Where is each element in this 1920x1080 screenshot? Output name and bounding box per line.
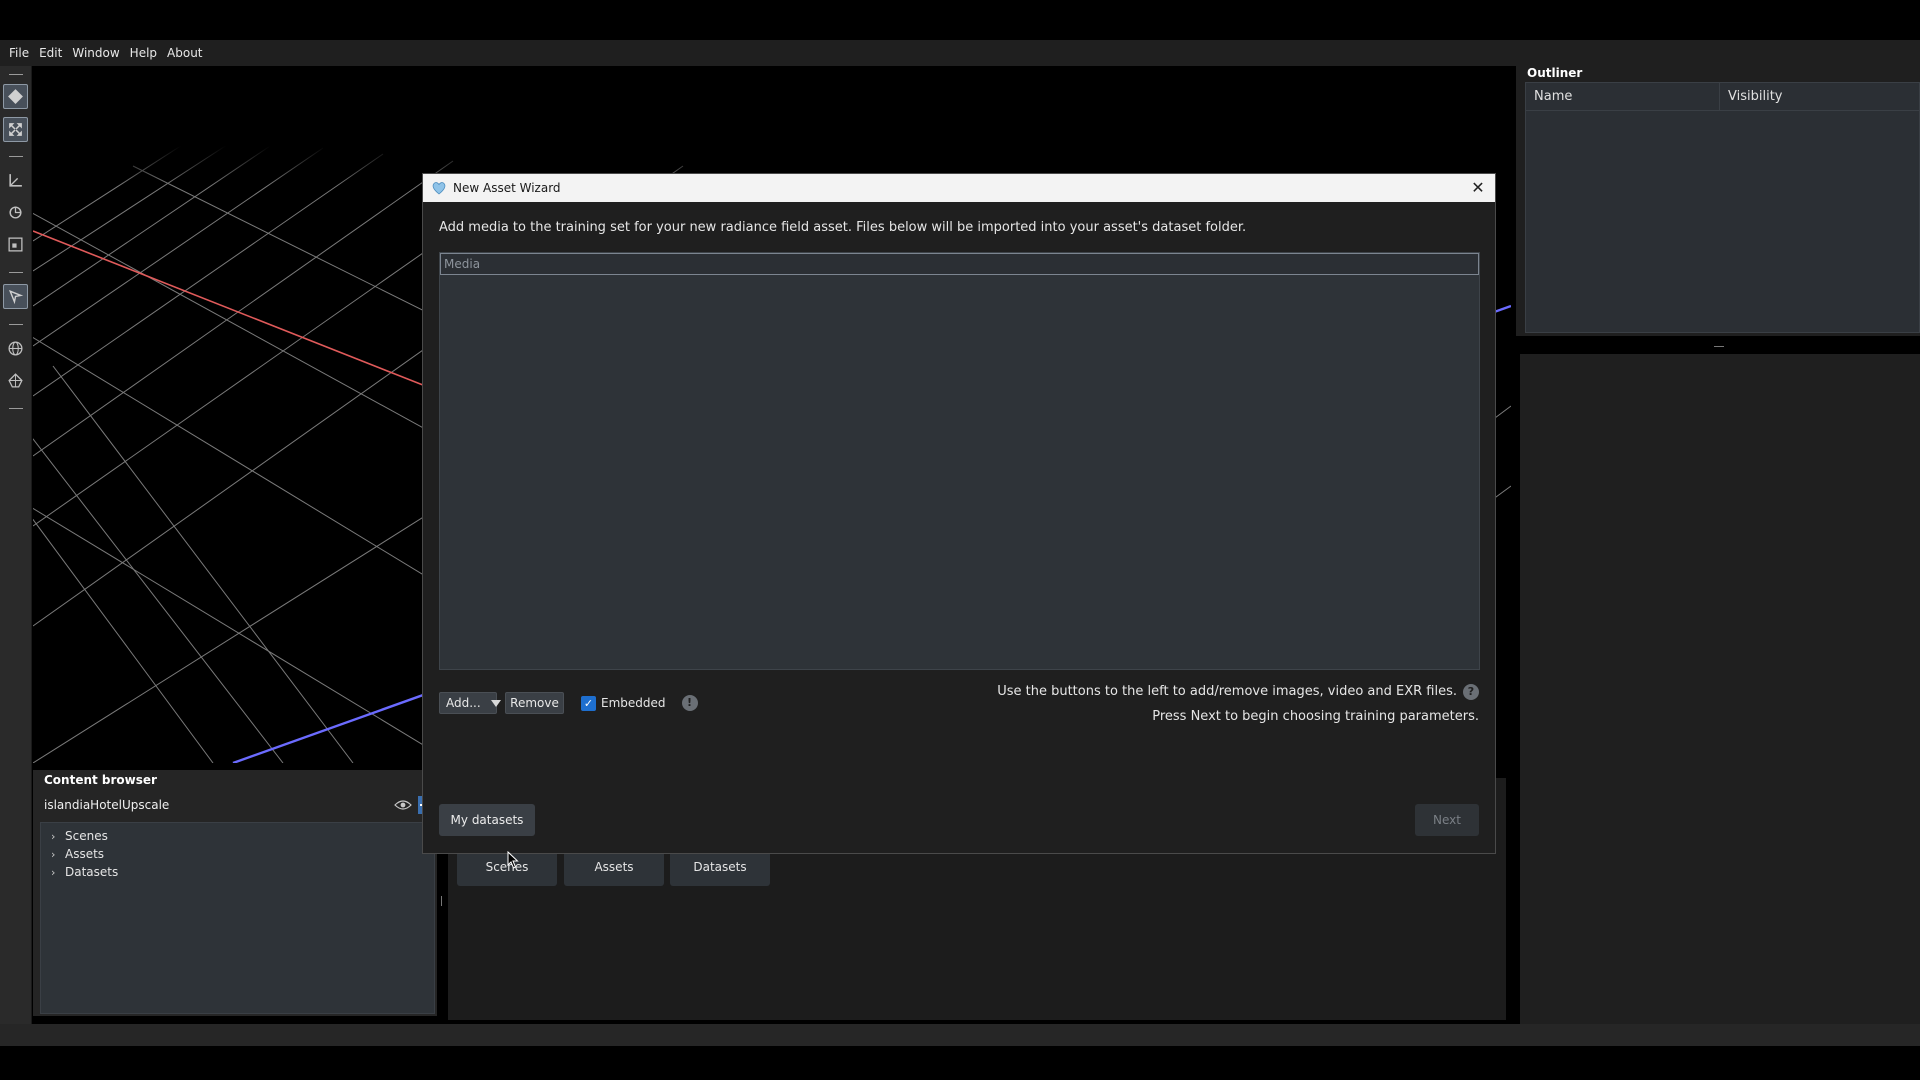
axis-move-icon [9,174,22,187]
tree-item-label: Scenes [65,829,108,843]
project-row: islandiaHotelUpscale [44,793,434,817]
pointer-icon [8,289,24,305]
status-bar [0,1024,1920,1046]
app-logo-icon [432,182,446,195]
menu-edit[interactable]: Edit [34,46,67,60]
my-datasets-button[interactable]: My datasets [439,804,535,836]
new-asset-wizard-dialog: New Asset Wizard ✕ Add media to the trai… [422,173,1496,854]
rotate-tool-button[interactable] [3,200,28,225]
tree-item-label: Assets [65,847,105,861]
diamond-select-icon [8,89,23,104]
outliner-table[interactable]: Name Visibility [1525,82,1920,333]
embedded-label: Embedded [601,696,666,710]
toolbar-separator [9,272,23,273]
transform-tool-button[interactable] [3,117,28,142]
media-column-header[interactable]: Media [440,253,1479,275]
toolbar-separator [9,156,23,157]
content-browser-panel: Content browser islandiaHotelUpscale › Sc… [33,770,437,1016]
tree-item-label: Datasets [65,865,119,879]
hint-add-remove: Use the buttons to the left to add/remov… [997,684,1457,699]
content-browser-title: Content browser [44,773,157,787]
menu-window[interactable]: Window [67,46,124,60]
dialog-titlebar[interactable]: New Asset Wizard ✕ [423,174,1495,202]
close-icon[interactable]: ✕ [1469,179,1487,197]
add-media-dropdown-button[interactable]: Add... [439,692,501,714]
menu-help[interactable]: Help [125,46,162,60]
mouse-cursor-icon [507,851,519,869]
cursor-tool-button[interactable] [3,284,28,309]
globe-icon [8,341,23,356]
dropdown-caret-icon [490,699,501,707]
translate-tool-button[interactable] [3,168,28,193]
outliner-title: Outliner [1527,66,1583,80]
outliner-panel: Outliner Name Visibility [1516,66,1920,336]
toolbar-separator [9,324,23,325]
content-tree: › Scenes › Assets › Datasets [40,822,435,1014]
panel-splitter-handle[interactable] [1714,346,1724,347]
hint-next: Press Next to begin choosing training pa… [1152,709,1479,724]
dialog-title: New Asset Wizard [453,181,561,195]
next-button[interactable]: Next [1415,804,1479,836]
remove-media-button[interactable]: Remove [505,692,564,714]
toolbar-separator [9,408,23,409]
menu-about[interactable]: About [162,46,207,60]
info-icon[interactable]: ! [681,695,698,711]
media-list[interactable]: Media [439,252,1480,670]
tool-palette [0,66,32,1024]
content-splitter-handle[interactable] [441,896,442,906]
embedded-option: ✓ Embedded ! [581,695,698,711]
column-visibility-header[interactable]: Visibility [1720,83,1782,111]
embedded-checkbox[interactable]: ✓ [581,695,596,711]
select-tool-button[interactable] [3,84,28,109]
tree-item-scenes[interactable]: › Scenes [41,827,434,845]
toolbar-separator [9,74,23,75]
eye-icon[interactable] [394,799,412,811]
tree-item-assets[interactable]: › Assets [41,845,434,863]
mesh-icon [8,373,23,388]
project-name: islandiaHotelUpscale [44,798,170,812]
column-name-header[interactable]: Name [1526,82,1720,111]
dialog-description: Add media to the training set for your n… [439,220,1247,235]
scale-tool-button[interactable] [3,232,28,257]
globe-tool-button[interactable] [3,336,28,361]
mesh-tool-button[interactable] [3,368,28,393]
add-button-label: Add... [446,696,481,710]
outliner-header: Name Visibility [1526,82,1919,111]
chevron-right-icon[interactable]: › [51,830,65,843]
chevron-right-icon[interactable]: › [51,866,65,879]
tree-item-datasets[interactable]: › Datasets [41,863,434,881]
chevron-right-icon[interactable]: › [51,848,65,861]
move-arrows-icon [9,123,22,136]
menu-bar: File Edit Window Help About [0,40,1920,66]
menu-file[interactable]: File [4,46,34,60]
properties-panel [1520,354,1920,1024]
help-icon[interactable]: ? [1463,684,1479,700]
scale-icon [8,237,23,252]
rotate-icon [9,206,22,219]
